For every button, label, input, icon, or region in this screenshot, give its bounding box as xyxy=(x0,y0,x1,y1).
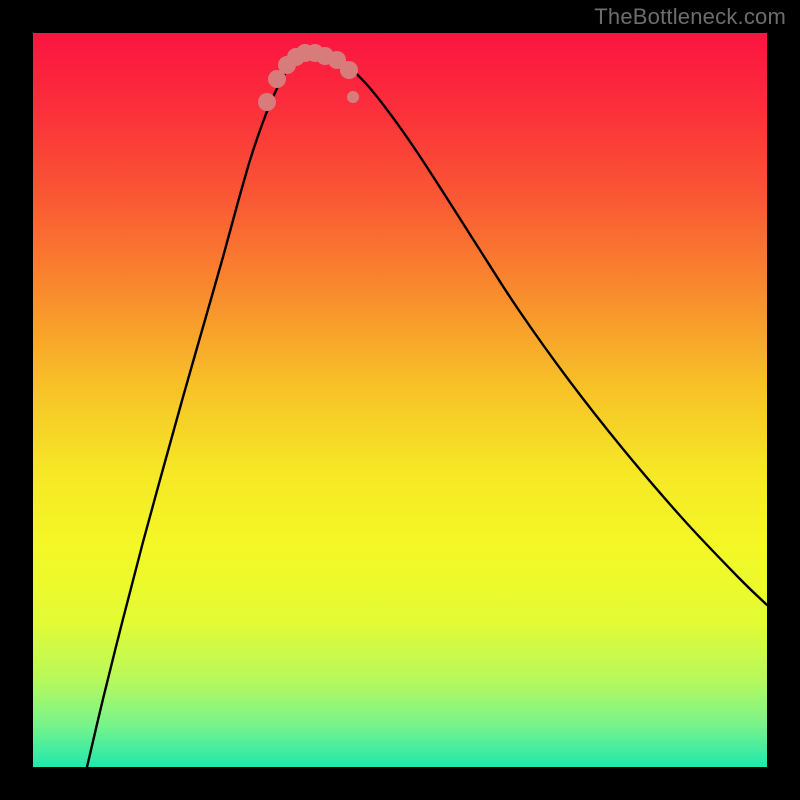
gradient-background xyxy=(33,33,767,767)
valley-marker xyxy=(258,93,276,111)
valley-marker xyxy=(340,61,358,79)
chart-frame: TheBottleneck.com xyxy=(0,0,800,800)
valley-marker xyxy=(347,91,359,103)
watermark-label: TheBottleneck.com xyxy=(594,4,786,30)
bottleneck-chart xyxy=(33,33,767,767)
plot-area xyxy=(33,33,767,767)
